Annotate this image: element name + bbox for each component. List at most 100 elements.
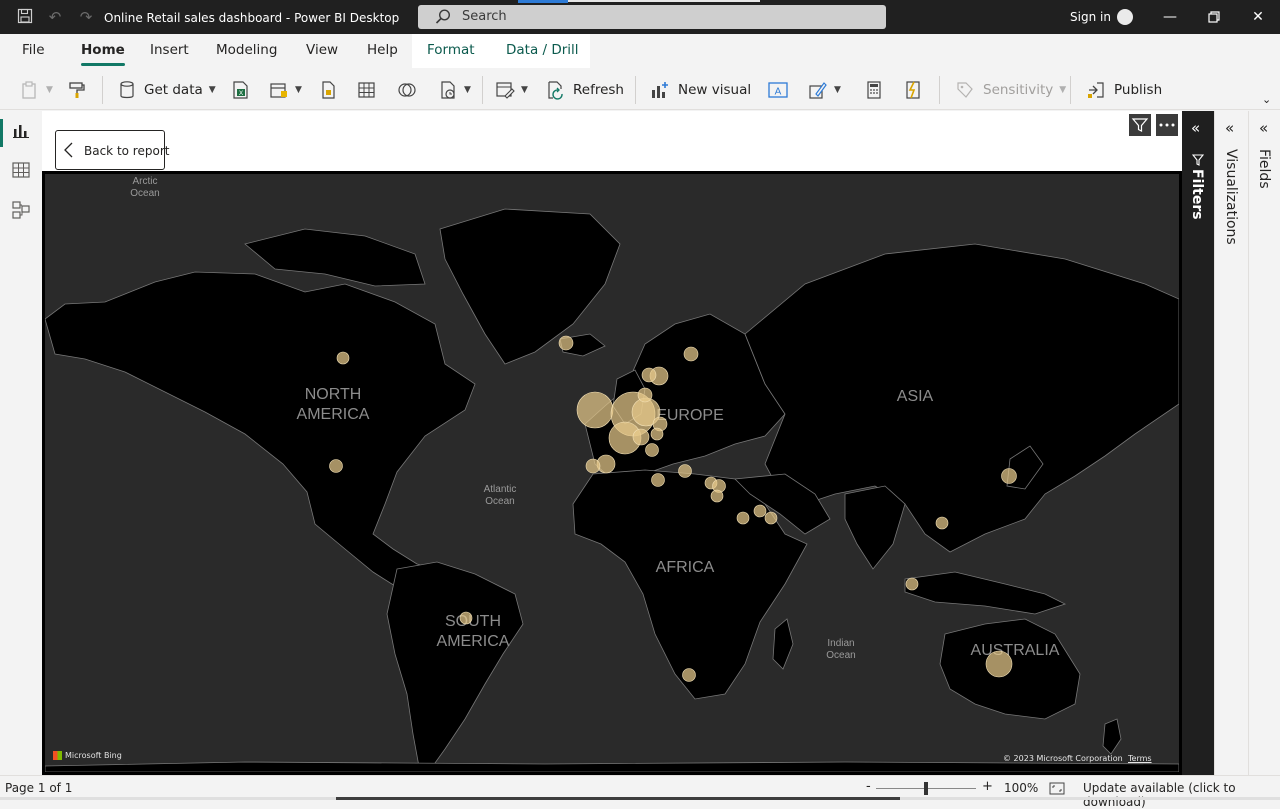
new-visual-button[interactable]: New visual (650, 78, 751, 102)
report-view-icon[interactable] (11, 120, 31, 140)
expand-fields-icon[interactable]: « (1259, 119, 1268, 137)
chevron-down-icon: ▼ (834, 85, 841, 95)
svg-text:A: A (775, 87, 782, 98)
tab-help[interactable]: Help (367, 42, 398, 58)
search-input[interactable]: Search (462, 9, 507, 24)
dataverse-button[interactable] (397, 78, 417, 102)
update-available-link[interactable]: Update available (click to download) (1083, 781, 1280, 809)
bubble-switzerland[interactable] (650, 427, 664, 441)
tab-home[interactable]: Home (81, 42, 125, 66)
refresh-label: Refresh (573, 82, 624, 98)
minimize-icon[interactable]: — (1160, 7, 1180, 27)
filter-icon[interactable] (1129, 114, 1151, 136)
undo-icon[interactable]: ↶ (46, 8, 64, 26)
page-indicator: Page 1 of 1 (5, 781, 73, 795)
zoom-in-button[interactable]: + (982, 779, 993, 794)
tab-format[interactable]: Format (427, 42, 475, 58)
tab-insert[interactable]: Insert (150, 42, 189, 58)
table-view-icon[interactable] (11, 160, 31, 180)
refresh-button[interactable]: Refresh (545, 78, 624, 102)
zoom-slider-thumb[interactable] (924, 782, 928, 795)
collapse-filters-icon[interactable]: « (1191, 119, 1200, 137)
bubble-iceland[interactable] (558, 335, 574, 351)
bubble-usa[interactable] (329, 459, 343, 473)
status-bar: Page 1 of 1 - + 100% Update available (c… (0, 775, 1280, 809)
label-indian-ocean: Indian (827, 638, 854, 649)
expand-visualizations-icon[interactable]: « (1225, 119, 1234, 137)
tab-view[interactable]: View (306, 42, 338, 58)
chevron-left-icon (62, 140, 76, 164)
bubble-japan[interactable] (1001, 468, 1017, 484)
sign-in-link[interactable]: Sign in (1070, 10, 1111, 24)
filters-pane[interactable]: « Filters (1182, 111, 1214, 775)
ribbon-separator (1070, 76, 1071, 104)
bubble-belgium[interactable] (632, 428, 650, 446)
paste-icon (20, 80, 40, 100)
table-icon (357, 80, 377, 100)
visualizations-pane[interactable]: « Visualizations (1214, 111, 1248, 775)
bubble-saudi-arabia[interactable] (736, 511, 750, 525)
tab-data-drill[interactable]: Data / Drill (506, 42, 579, 58)
bubble-singapore[interactable] (905, 577, 919, 591)
title-bar: ↶ ↷ Online Retail sales dashboard - Powe… (0, 0, 1280, 34)
chevron-down-icon: ▼ (208, 85, 216, 95)
recent-sources-button[interactable]: ▼ (438, 78, 471, 102)
bubble-israel[interactable] (710, 489, 724, 503)
tab-file[interactable]: File (22, 42, 45, 58)
bubble-south-africa[interactable] (682, 668, 696, 682)
collapse-ribbon-icon[interactable]: ⌄ (1262, 93, 1271, 106)
bubble-finland[interactable] (683, 346, 699, 362)
zoom-level[interactable]: 100% (1004, 781, 1038, 795)
ribbon-separator (635, 76, 636, 104)
label-arctic-ocean: Arctic (133, 176, 158, 187)
model-view-icon[interactable] (11, 200, 31, 220)
bubble-canada[interactable] (336, 351, 350, 365)
bubble-brazil[interactable] (459, 611, 473, 625)
quick-measure-button[interactable] (903, 78, 923, 102)
excel-icon: X (230, 80, 250, 100)
bubble-sweden[interactable] (637, 387, 653, 403)
map-visual[interactable]: Arctic Ocean NORTH AMERICA Atlantic Ocea… (42, 171, 1182, 775)
publish-label: Publish (1114, 82, 1163, 98)
save-icon[interactable] (16, 8, 34, 26)
text-box-button[interactable]: A (767, 78, 789, 102)
bubble-malta[interactable] (651, 473, 665, 487)
chevron-down-icon: ▼ (521, 85, 528, 95)
bubble-bahrain[interactable] (753, 504, 767, 518)
label-atlantic-ocean: Atlantic (484, 484, 517, 495)
chevron-down-icon: ▼ (1059, 85, 1067, 95)
more-options-icon[interactable] (1156, 114, 1178, 136)
bubble-austria[interactable] (645, 443, 659, 457)
get-data-button[interactable]: Get data ▼ (118, 78, 216, 102)
format-painter-button[interactable] (67, 78, 87, 102)
excel-button[interactable]: X (230, 78, 250, 102)
avatar[interactable] (1117, 9, 1133, 25)
map-terms-link[interactable]: Terms (1128, 754, 1152, 763)
bubble-denmark[interactable] (641, 367, 657, 383)
paste-button[interactable]: ▼ (20, 78, 53, 102)
enter-data-button[interactable] (357, 78, 377, 102)
zoom-out-button[interactable]: - (866, 779, 871, 794)
bing-logo-text: Microsoft Bing (65, 751, 122, 760)
publish-button[interactable]: Publish (1086, 78, 1162, 102)
transform-icon (495, 80, 515, 100)
more-visuals-button[interactable]: ▼ (808, 78, 841, 102)
tab-modeling[interactable]: Modeling (216, 42, 277, 58)
fields-pane[interactable]: « Fields (1248, 111, 1280, 775)
sql-server-button[interactable] (318, 78, 338, 102)
restore-icon[interactable] (1204, 7, 1224, 27)
back-to-report-button[interactable]: Back to report (55, 130, 169, 170)
bubble-thailand[interactable] (935, 516, 949, 530)
close-icon[interactable]: ✕ (1248, 7, 1268, 27)
fit-to-page-icon[interactable] (1049, 782, 1065, 798)
bubble-portugal[interactable] (585, 458, 601, 474)
onelake-button[interactable]: ▼ (269, 78, 302, 102)
bubble-australia[interactable] (985, 650, 1013, 678)
redo-icon[interactable]: ↷ (77, 8, 95, 26)
bubble-uae[interactable] (764, 511, 778, 525)
transform-data-button[interactable]: ▼ (495, 78, 528, 102)
search-box[interactable]: Search (418, 0, 886, 29)
bubble-ireland[interactable] (576, 391, 614, 429)
new-measure-button[interactable] (864, 78, 884, 102)
bubble-greece[interactable] (678, 464, 692, 478)
